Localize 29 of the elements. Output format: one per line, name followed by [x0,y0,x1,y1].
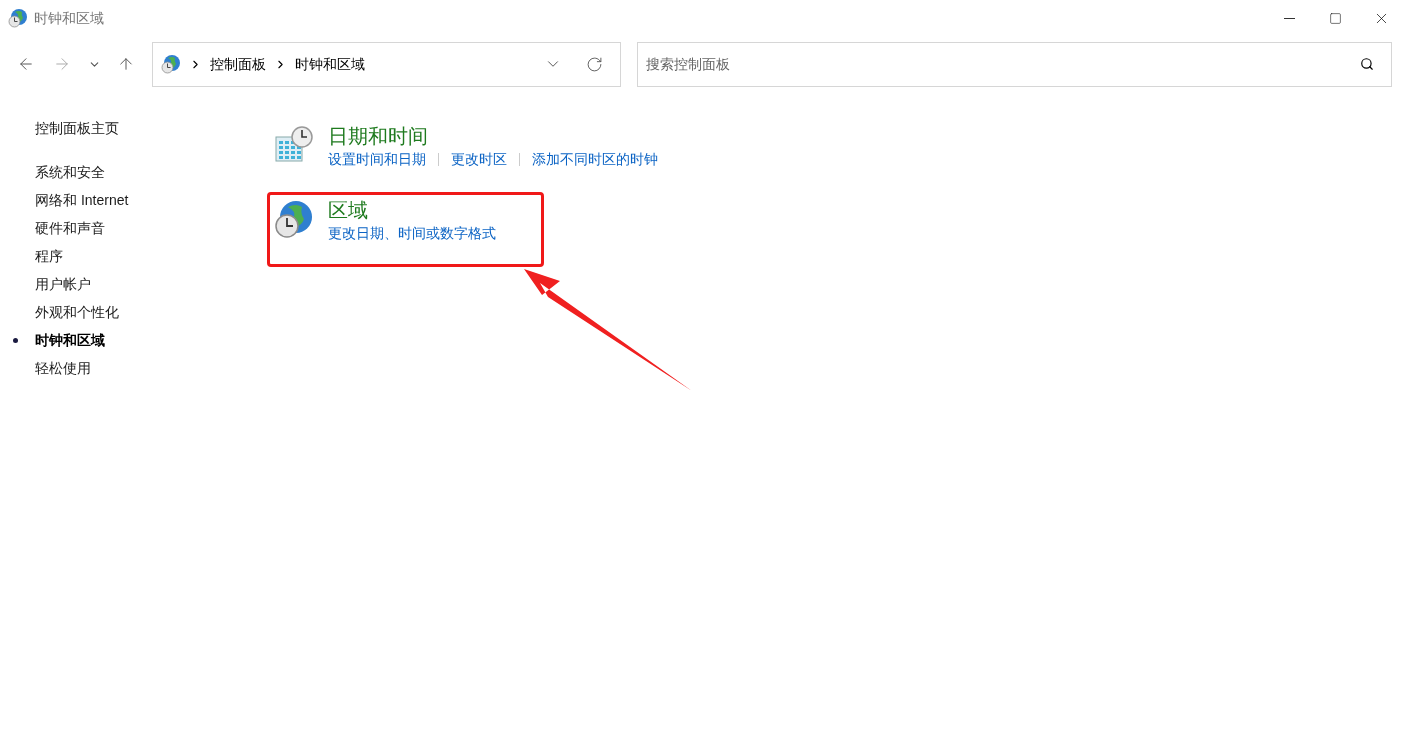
sidebar-item[interactable]: 网络和 Internet [35,189,129,211]
search-icon [1360,56,1374,71]
sidebar-item[interactable]: 用户帐户 [35,273,91,295]
forward-arrow-icon [53,55,71,73]
sidebar-item[interactable]: 轻松使用 [35,357,91,379]
search-field[interactable]: 搜索控制面板 [637,41,1392,87]
sidebar-item[interactable]: 时钟和区域 [35,329,105,351]
section-title[interactable]: 区域 [328,197,496,223]
sidebar-item[interactable]: 系统和安全 [35,161,105,183]
task-link[interactable]: 更改日期、时间或数字格式 [328,223,496,244]
sidebar-item[interactable]: 硬件和声音 [35,217,105,239]
sidebar-item[interactable]: 程序 [35,245,63,267]
address-bar[interactable]: 控制面板 时钟和区域 [152,41,621,87]
sidebar-item[interactable]: 外观和个性化 [35,301,119,323]
task-link[interactable]: 设置时间和日期 [328,149,426,170]
app-icon [8,8,28,28]
breadcrumb[interactable]: 时钟和区域 [295,53,365,75]
globe-clock-icon [274,199,314,239]
task-link[interactable]: 添加不同时区的时钟 [532,149,658,170]
task-link[interactable]: 更改时区 [451,149,507,170]
location-icon [161,54,181,74]
minimize-icon [1283,17,1295,19]
maximize-icon [1328,11,1342,25]
window-title: 时钟和区域 [34,8,104,28]
section-title[interactable]: 日期和时间 [328,123,658,149]
calendar-clock-icon [274,125,314,165]
sidebar-home-link[interactable]: 控制面板主页 [35,118,119,142]
refresh-icon [585,55,603,73]
breadcrumb[interactable]: 控制面板 [210,53,266,75]
